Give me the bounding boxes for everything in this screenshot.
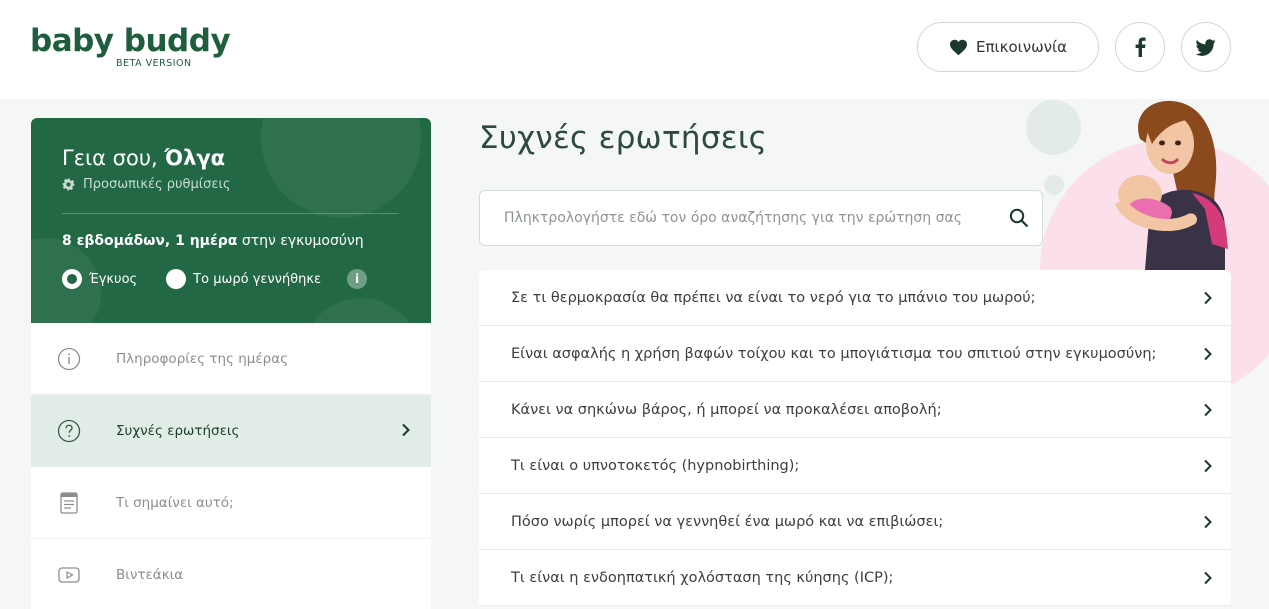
top-header: baby buddy BETA VERSION Επικοινωνία — [0, 0, 1269, 99]
radio-pregnant[interactable] — [62, 269, 82, 289]
faq-item[interactable]: Σε τι θερμοκρασία θα πρέπει να είναι το … — [479, 270, 1231, 326]
decor-circle — [301, 298, 421, 323]
search-icon[interactable] — [1009, 208, 1029, 228]
divider — [62, 213, 399, 214]
sidebar-item-videos[interactable]: Βιντεάκια — [31, 539, 431, 609]
faq-question: Τι είναι ο υπνοτοκετός (hypnobirthing); — [511, 457, 800, 474]
info-icon[interactable]: i — [347, 269, 368, 289]
sidebar-item-daily-info[interactable]: Πληροφορίες της ημέρας — [31, 323, 431, 395]
logo[interactable]: baby buddy BETA VERSION — [30, 23, 231, 69]
sidebar-item-faq[interactable]: Συχνές ερωτήσεις — [31, 395, 431, 467]
faq-question: Σε τι θερμοκρασία θα πρέπει να είναι το … — [511, 289, 1036, 306]
sidebar-item-meaning[interactable]: Τι σημαίνει αυτό; — [31, 467, 431, 539]
logo-beta-label: BETA VERSION — [116, 58, 192, 69]
faq-question: Τι είναι η ενδοηπατική χολόσταση της κύη… — [511, 569, 894, 586]
faq-list: Σε τι θερμοκρασία θα πρέπει να είναι το … — [479, 270, 1231, 606]
video-icon — [58, 567, 80, 583]
sidebar-item-label: Βιντεάκια — [116, 566, 184, 583]
chevron-right-icon — [1204, 403, 1212, 417]
chevron-right-icon — [402, 423, 410, 437]
weeks-suffix: στην εγκυμοσύνη — [237, 233, 364, 249]
weeks-count: 8 εβδομάδων, 1 ημέρα — [62, 233, 238, 249]
chevron-right-icon — [1204, 291, 1212, 305]
logo-text: baby buddy — [30, 23, 231, 59]
faq-item[interactable]: Είναι ασφαλής η χρήση βαφών τοίχου και τ… — [479, 326, 1231, 382]
chevron-right-icon — [1204, 515, 1212, 529]
user-name: Όλγα — [164, 146, 226, 170]
search-input[interactable] — [504, 191, 984, 245]
radio-pregnant-label: Έγκυος — [89, 271, 138, 287]
faq-item[interactable]: Τι είναι η ενδοηπατική χολόσταση της κύη… — [479, 550, 1231, 606]
chevron-right-icon — [1204, 571, 1212, 585]
faq-item[interactable]: Τι είναι ο υπνοτοκετός (hypnobirthing); — [479, 438, 1231, 494]
profile-card: Γεια σου, Όλγα Προσωπικές ρυθμίσεις 8 εβ… — [31, 118, 431, 323]
sidebar-item-label: Πληροφορίες της ημέρας — [116, 350, 289, 367]
faq-question: Πόσο νωρίς μπορεί να γεννηθεί ένα μωρό κ… — [511, 513, 944, 530]
sidebar: Γεια σου, Όλγα Προσωπικές ρυθμίσεις 8 εβ… — [31, 118, 431, 609]
document-icon — [60, 492, 78, 514]
radio-pregnant-option[interactable]: Έγκυος — [62, 269, 137, 289]
mother-baby-illustration — [1115, 100, 1228, 270]
radio-born-option[interactable]: Το μωρό γεννήθηκε — [166, 269, 321, 289]
pregnancy-duration: 8 εβδομάδων, 1 ημέρα στην εγκυμοσύνη — [62, 233, 364, 249]
facebook-button[interactable] — [1115, 22, 1165, 72]
radio-born[interactable] — [166, 269, 187, 289]
facebook-icon — [1135, 37, 1146, 57]
twitter-button[interactable] — [1181, 22, 1231, 72]
radio-born-label: Το μωρό γεννήθηκε — [193, 271, 322, 287]
decor-bubble — [1026, 100, 1081, 155]
sidebar-item-label: Συχνές ερωτήσεις — [116, 423, 240, 439]
status-radio-group: Έγκυος Το μωρό γεννήθηκε i — [62, 269, 368, 289]
page-title: Συχνές ερωτήσεις — [479, 120, 768, 156]
contact-label: Επικοινωνία — [976, 38, 1067, 56]
chevron-right-icon — [1204, 459, 1212, 473]
heart-icon — [950, 39, 968, 55]
settings-label: Προσωπικές ρυθμίσεις — [83, 177, 231, 192]
radio-selected-dot — [67, 274, 77, 284]
question-icon — [57, 419, 81, 443]
decor-circle — [261, 118, 421, 218]
search-box — [479, 190, 1043, 246]
faq-item[interactable]: Πόσο νωρίς μπορεί να γεννηθεί ένα μωρό κ… — [479, 494, 1231, 550]
personal-settings-link[interactable]: Προσωπικές ρυθμίσεις — [62, 177, 230, 192]
faq-question: Κάνει να σηκώνω βάρος, ή μπορεί να προκα… — [511, 401, 942, 418]
decor-bubble — [1044, 175, 1064, 195]
gear-icon — [62, 178, 75, 191]
info-icon — [57, 347, 81, 371]
greeting-prefix: Γεια σου, — [62, 146, 158, 170]
chevron-right-icon — [1204, 347, 1212, 361]
twitter-icon — [1196, 38, 1216, 56]
faq-item[interactable]: Κάνει να σηκώνω βάρος, ή μπορεί να προκα… — [479, 382, 1231, 438]
faq-question: Είναι ασφαλής η χρήση βαφών τοίχου και τ… — [511, 345, 1157, 362]
greeting: Γεια σου, Όλγα — [62, 146, 225, 170]
sidebar-item-label: Τι σημαίνει αυτό; — [116, 494, 234, 511]
contact-button[interactable]: Επικοινωνία — [917, 22, 1099, 72]
